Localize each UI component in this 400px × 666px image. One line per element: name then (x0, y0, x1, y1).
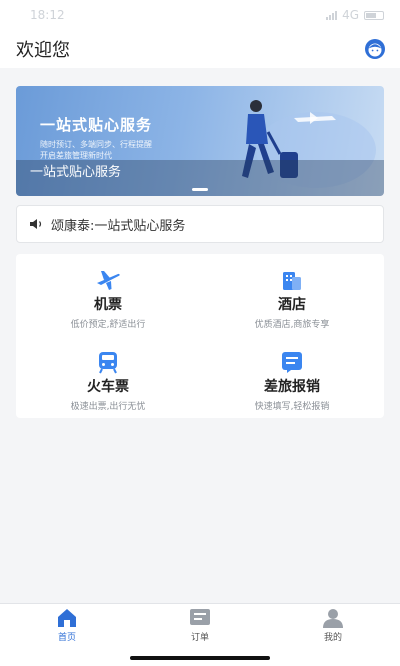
promo-banner[interactable]: 一站式贴心服务 随时预订、多端同步、行程提醒 开启差旅管理新时代 一站式贴心服务 (16, 86, 384, 196)
home-indicator (130, 656, 270, 660)
header: 欢迎您 (0, 30, 400, 68)
carousel-dot-active[interactable] (192, 188, 208, 191)
speaker-icon (30, 219, 42, 229)
services-grid: 机票 低价预定,舒适出行 酒店 优质酒店,商旅专享 火车票 极速出票,出行无忧 (16, 254, 384, 418)
banner-subtitle-line1: 随时预订、多端同步、行程提醒 (40, 140, 152, 149)
service-hotel[interactable]: 酒店 优质酒店,商旅专享 (200, 254, 384, 336)
page-title: 欢迎您 (16, 40, 70, 61)
tab-orders[interactable]: 订单 (150, 608, 250, 643)
service-flight[interactable]: 机票 低价预定,舒适出行 (16, 254, 200, 336)
carousel-dots (16, 188, 384, 191)
banner-caption-text: 一站式贴心服务 (30, 165, 122, 180)
service-name: 机票 (94, 297, 122, 313)
reimburse-icon (279, 350, 305, 374)
banner-title: 一站式贴心服务 (40, 116, 153, 134)
train-icon (95, 350, 121, 374)
tab-label: 订单 (190, 633, 209, 643)
service-name: 火车票 (87, 379, 129, 395)
notice-bar[interactable]: 颂康泰:一站式贴心服务 (16, 205, 384, 243)
service-train[interactable]: 火车票 极速出票,出行无忧 (16, 336, 200, 418)
service-desc: 优质酒店,商旅专享 (254, 320, 330, 330)
service-reimbursement[interactable]: 差旅报销 快速填写,轻松报销 (200, 336, 384, 418)
service-name: 差旅报销 (264, 379, 320, 395)
home-icon (58, 609, 76, 627)
banner-subtitle: 随时预订、多端同步、行程提醒 开启差旅管理新时代 (40, 139, 180, 161)
service-name: 酒店 (278, 297, 306, 313)
plane-icon (95, 268, 121, 292)
order-icon (190, 609, 210, 625)
service-desc: 极速出票,出行无忧 (70, 402, 146, 412)
signal-icon (326, 10, 338, 20)
tab-profile[interactable]: 我的 (283, 608, 383, 643)
profile-icon (323, 609, 343, 628)
status-indicators: 4G (326, 8, 384, 22)
notice-text: 颂康泰:一站式贴心服务 (51, 218, 186, 234)
banner-caption: 一站式贴心服务 (16, 160, 384, 196)
network-label: 4G (342, 8, 359, 22)
service-desc: 快速填写,轻松报销 (254, 402, 330, 412)
tab-label: 我的 (323, 633, 342, 643)
status-bar: 18:12 4G (0, 0, 400, 30)
hotel-icon (279, 268, 305, 292)
status-time: 18:12 (30, 8, 65, 22)
tab-home[interactable]: 首页 (17, 608, 117, 643)
service-desc: 低价预定,舒适出行 (70, 320, 146, 330)
tab-label: 首页 (57, 633, 76, 643)
battery-icon (364, 10, 384, 20)
customer-service-icon[interactable] (364, 38, 386, 60)
